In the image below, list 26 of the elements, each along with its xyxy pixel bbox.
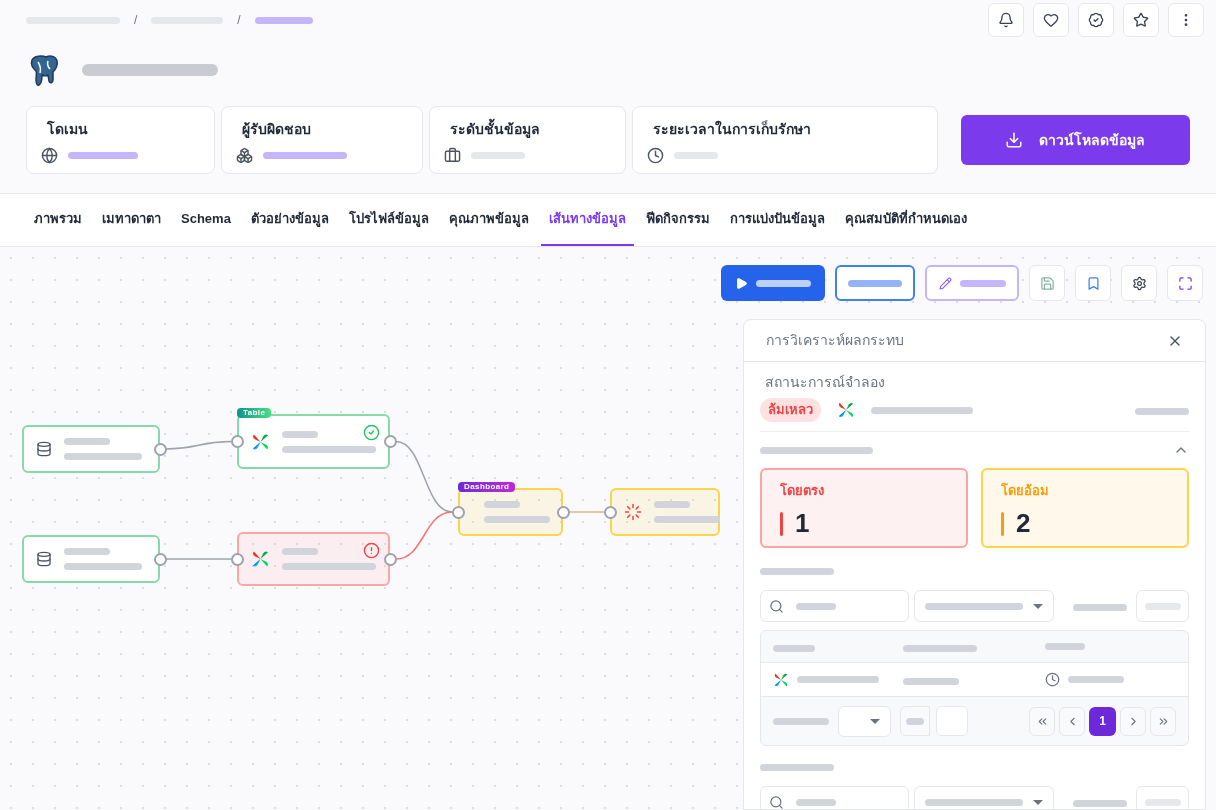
status-badge: ล้มเหลว	[760, 398, 821, 422]
tab[interactable]: ภาพรวม	[26, 194, 90, 246]
card-label: ผู้รับผิดชอบ	[240, 121, 312, 137]
node-tag: Dashboard	[458, 482, 516, 492]
download-button[interactable]: ดาวน์โหลดข้อมูล	[960, 115, 1190, 165]
tab[interactable]: การแบ่งปันข้อมูล	[721, 194, 833, 246]
tab[interactable]: คุณภาพข้อมูล	[440, 194, 537, 246]
tab[interactable]: โปรไฟล์ข้อมูล	[340, 194, 437, 246]
stat-value: 1	[795, 507, 810, 540]
tab[interactable]: ตัวอย่างข้อมูล	[242, 194, 337, 246]
tab[interactable]: เมทาดาตา	[94, 194, 169, 246]
breadcrumb-separator: /	[237, 12, 241, 29]
scenario-label: สถานะการณ์จำลอง	[765, 374, 885, 390]
stat-value: 2	[1016, 507, 1031, 540]
card-label: ระยะเวลาในการเก็บรักษา	[652, 121, 813, 137]
node-tag: Table	[237, 408, 272, 418]
tab[interactable]: คุณสมบัติที่กำหนดเอง	[836, 194, 975, 246]
breadcrumb-separator: /	[134, 12, 138, 29]
stat-label: โดยอ้อม	[1001, 483, 1049, 498]
tab[interactable]: Schema	[173, 194, 239, 246]
page-button[interactable]: 1	[1089, 706, 1116, 736]
tab[interactable]: เส้นทางข้อมูล	[540, 194, 634, 246]
stat-label: โดยตรง	[780, 483, 824, 498]
panel-title: การวิเคราะห์ผลกระทบ	[766, 331, 904, 350]
tab[interactable]: ฟีดกิจกรรม	[637, 194, 718, 246]
card-label: โดเมน	[46, 121, 89, 137]
